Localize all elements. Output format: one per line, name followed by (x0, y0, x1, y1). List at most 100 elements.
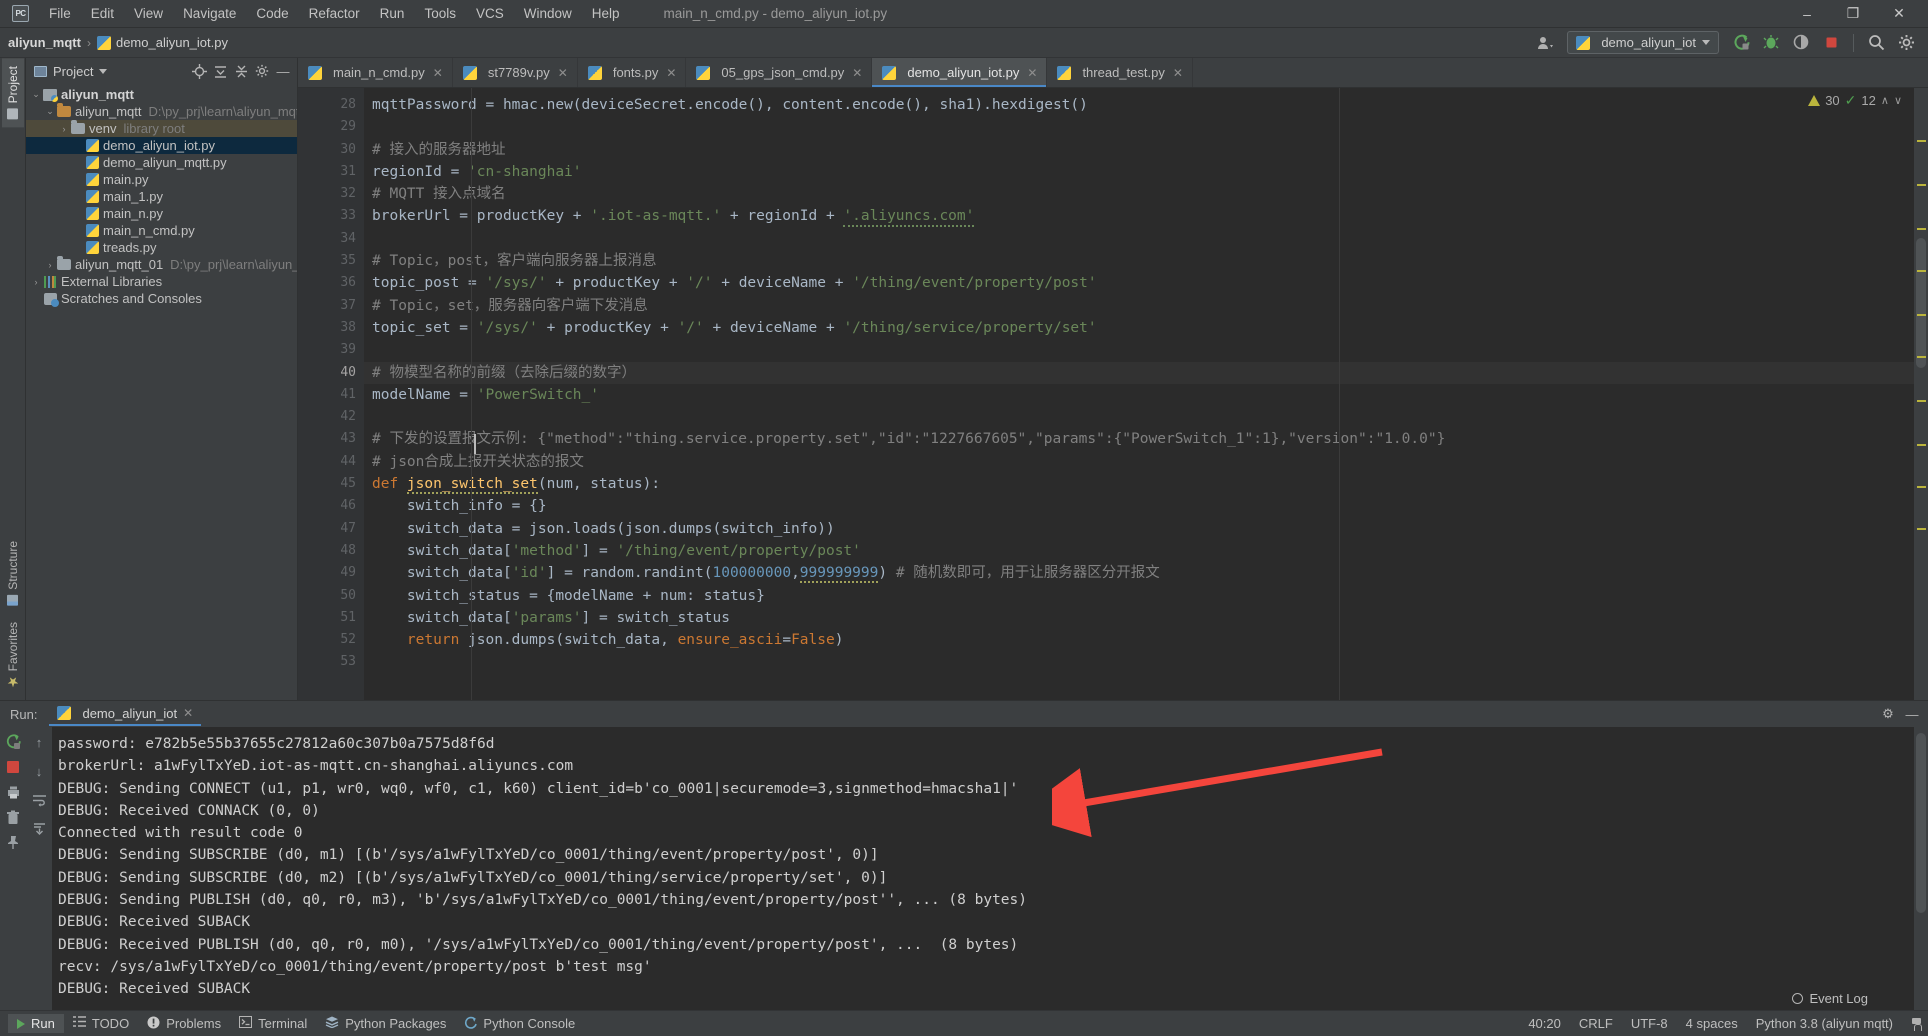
indent-setting[interactable]: 4 spaces (1677, 1014, 1747, 1033)
close-icon[interactable]: ✕ (433, 66, 443, 80)
line-number[interactable]: 30 (298, 139, 364, 161)
line-number[interactable]: 52└ (298, 629, 372, 651)
scroll-down-icon[interactable]: ↓ (30, 762, 48, 780)
run-tab[interactable]: demo_aliyun_iot ✕ (49, 703, 202, 726)
warning-marker[interactable] (1917, 140, 1926, 142)
line-number[interactable]: 31 (298, 161, 364, 183)
editor-tab-bar[interactable]: main_n_cmd.py ✕ st7789v.py ✕ fonts.py ✕ 05_gps… (298, 58, 1928, 88)
editor-tab-main-n-cmd-py[interactable]: main_n_cmd.py ✕ (298, 58, 453, 87)
code-line[interactable]: brokerUrl = productKey + '.iot-as-mqtt.'… (364, 205, 1914, 228)
editor-scrollbar[interactable] (1914, 88, 1928, 700)
stop-icon[interactable] (4, 758, 22, 776)
minimize-button[interactable]: – (1784, 0, 1830, 28)
warning-marker[interactable] (1917, 400, 1926, 402)
hide-panel-icon[interactable]: — (273, 61, 293, 81)
menu-view[interactable]: View (124, 3, 173, 24)
sidebar-item-structure[interactable]: Structure (2, 533, 24, 614)
status-item-python-console[interactable]: Python Console (455, 1014, 584, 1034)
tree-node-main-1-py[interactable]: main_1.py (26, 188, 297, 205)
code-line[interactable]: def json_switch_set(num, status): (364, 473, 1914, 495)
warning-marker[interactable] (1917, 314, 1926, 316)
search-icon[interactable] (1862, 31, 1890, 55)
editor-gutter[interactable]: 28293031323334353637383940414243─44─45─4… (298, 88, 373, 700)
menu-edit[interactable]: Edit (81, 3, 124, 24)
file-encoding[interactable]: UTF-8 (1622, 1014, 1677, 1033)
line-number[interactable]: 38 (298, 317, 364, 339)
line-number[interactable]: 43─ (298, 428, 372, 450)
menu-tools[interactable]: Tools (414, 3, 466, 24)
menu-run[interactable]: Run (370, 3, 415, 24)
line-number[interactable]: 47 (298, 518, 364, 540)
code-line[interactable]: # 接入的服务器地址 (364, 139, 1914, 161)
chevron-right-icon[interactable]: › (30, 277, 42, 287)
stop-button[interactable] (1817, 31, 1845, 55)
tree-node-treads-py[interactable]: treads.py (26, 239, 297, 256)
code-line[interactable]: switch_status = {modelName + num: status… (364, 585, 1914, 607)
editor-tab-demo-aliyun-iot-py[interactable]: demo_aliyun_iot.py ✕ (872, 58, 1048, 87)
inspection-widget[interactable]: 30 ✓ 12 ∧ ∨ (1808, 92, 1902, 109)
code-line[interactable]: return json.dumps(switch_data, ensure_as… (364, 629, 1914, 651)
chevron-up-icon[interactable]: ∧ (1881, 94, 1889, 107)
close-icon[interactable]: ✕ (558, 66, 568, 80)
editor-tab-st7789v-py[interactable]: st7789v.py ✕ (453, 58, 578, 87)
code-line[interactable]: # json合成上报开关状态的报文 (364, 451, 1914, 473)
menu-file[interactable]: File (39, 3, 81, 24)
code-line[interactable]: switch_data = json.loads(json.dumps(swit… (364, 518, 1914, 540)
collapse-all-icon[interactable] (231, 61, 251, 81)
code-line[interactable]: # 物模型名称的前缀（去除后缀的数字） (364, 361, 1914, 384)
menu-refactor[interactable]: Refactor (299, 3, 370, 24)
trash-icon[interactable] (4, 808, 22, 826)
event-log-button[interactable]: Event Log (1792, 991, 1868, 1006)
warning-marker[interactable] (1917, 444, 1926, 446)
line-number[interactable]: 45─ (298, 473, 372, 495)
project-pane-title-group[interactable]: Project (34, 64, 108, 79)
lock-icon[interactable] (1902, 1022, 1920, 1026)
warning-marker[interactable] (1917, 270, 1926, 272)
code-line[interactable] (364, 651, 1914, 673)
run-button[interactable] (1727, 31, 1755, 55)
line-number[interactable]: 37 (298, 295, 364, 317)
status-item-terminal[interactable]: Terminal (230, 1014, 316, 1033)
editor-tab-fonts-py[interactable]: fonts.py ✕ (578, 58, 687, 87)
tree-node-aliyun-mqtt-01[interactable]: › aliyun_mqtt_01 D:\py_prj\learn\aliyun_mq… (26, 256, 297, 273)
menu-vcs[interactable]: VCS (466, 3, 514, 24)
print-icon[interactable] (4, 783, 22, 801)
hide-panel-icon[interactable]: — (1902, 704, 1922, 724)
line-number[interactable]: 53 (298, 651, 364, 673)
line-number[interactable]: 35 (298, 250, 364, 272)
code-line[interactable]: topic_post = '/sys/' + productKey + '/' … (364, 272, 1914, 294)
code-line[interactable]: switch_info = {} (364, 495, 1914, 517)
warning-marker[interactable] (1917, 184, 1926, 186)
line-number[interactable]: 49 (298, 562, 364, 584)
rerun-icon[interactable] (4, 733, 22, 751)
status-item-problems[interactable]: Problems (138, 1014, 230, 1034)
menu-navigate[interactable]: Navigate (173, 3, 246, 24)
line-number[interactable]: 41 (298, 384, 364, 406)
code-line[interactable]: mqttPassword = hmac.new(deviceSecret.enc… (364, 94, 1914, 116)
close-icon[interactable]: ✕ (852, 66, 862, 80)
code-line[interactable]: switch_data['id'] = random.randint(10000… (364, 562, 1914, 584)
tree-node-aliyun-mqtt[interactable]: ⌄ aliyun_mqtt (26, 86, 297, 103)
caret-position[interactable]: 40:20 (1519, 1014, 1570, 1033)
line-number[interactable]: 39 (298, 339, 364, 361)
warning-marker[interactable] (1917, 486, 1926, 488)
code-area[interactable]: mqttPassword = hmac.new(deviceSecret.enc… (364, 88, 1914, 700)
scroll-up-icon[interactable]: ↑ (30, 733, 48, 751)
gear-icon[interactable]: ⚙ (1878, 704, 1898, 724)
code-line[interactable]: switch_data['method'] = '/thing/event/pr… (364, 540, 1914, 562)
code-line[interactable]: topic_set = '/sys/' + productKey + '/' +… (364, 317, 1914, 339)
breadcrumb-project[interactable]: aliyun_mqtt (8, 35, 81, 50)
maximize-button[interactable]: ❐ (1830, 0, 1876, 28)
tree-node-venv[interactable]: › venv library root (26, 120, 297, 137)
soft-wrap-icon[interactable] (30, 791, 48, 809)
status-item-todo[interactable]: TODO (64, 1014, 138, 1033)
line-number[interactable]: 51 (298, 607, 364, 629)
menu-window[interactable]: Window (514, 3, 582, 24)
line-number[interactable]: 33 (298, 205, 364, 227)
line-number[interactable]: 48 (298, 540, 364, 562)
tree-node-demo-aliyun-mqtt-py[interactable]: demo_aliyun_mqtt.py (26, 154, 297, 171)
tree-node-main-py[interactable]: main.py (26, 171, 297, 188)
warning-marker[interactable] (1917, 528, 1926, 530)
code-line[interactable] (364, 116, 1914, 138)
chevron-right-icon[interactable]: › (58, 124, 70, 134)
